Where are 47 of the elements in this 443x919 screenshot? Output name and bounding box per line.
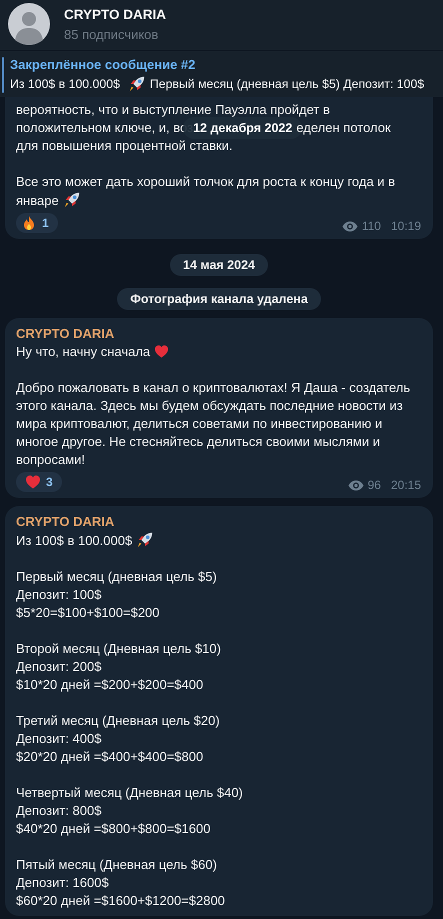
- message-text: Первый месяц (дневная цель $5): [16, 568, 218, 586]
- views-icon: [342, 220, 358, 232]
- message-text: Все это может дать хороший толчок для роста к концу года и в январе: [16, 173, 396, 210]
- message-text: Добро пожаловать в канал о криптовалютах! Я Даша - создатель этого канала. Здесь мы будем обсуждать последние новости из мира криптовалют, делиться советами по инвестированию и многое другое. Не стесняйтесь делиться своими мыслями и вопросами!: [16, 379, 412, 469]
- message-text: Третий месяц (Дневная цель $20): [16, 712, 221, 730]
- heart-icon: [25, 474, 41, 490]
- subscriber-count: 85 подписчиков: [64, 26, 160, 42]
- message-text: Депозит: 1600$: [16, 874, 110, 892]
- heart-icon: [154, 344, 170, 359]
- view-count: 96: [368, 478, 381, 492]
- message-text: Из 100$ в 100.000$: [16, 531, 421, 550]
- message-text: Депозит: 200$: [16, 658, 102, 676]
- fire-icon: [21, 215, 37, 231]
- message-text: Депозит: 800$: [16, 802, 102, 820]
- avatar: [8, 3, 50, 45]
- channel-title: CRYPTO DARIA: [64, 6, 166, 22]
- message-text: $10*20 дней =$200+$200=$400: [16, 676, 204, 694]
- pinned-title: Закреплённое сообщение #2: [10, 57, 196, 72]
- pinned-text: Из 100$ в 100.000$: [10, 77, 120, 91]
- message-text: Депозит: 400$: [16, 730, 102, 748]
- message-text: $40*20 дней =$800+$800=$1600: [16, 820, 212, 838]
- rocket-icon: [136, 531, 154, 549]
- message-text: Ну что, начну сначала: [16, 343, 421, 361]
- message-text: $20*20 дней =$400+$400=$800: [16, 748, 204, 766]
- message-text: вероятность, что и выступление Пауэлла пройдет в: [16, 101, 331, 119]
- rocket-icon: [128, 75, 146, 93]
- pinned-text: Первый месяц (дневная цель $5) Депозит: 100$: [150, 77, 424, 91]
- date-label: 14 мая 2024: [170, 254, 268, 276]
- message-text: Пятый месяц (Дневная цель $60): [16, 856, 218, 874]
- message-time: 20:15: [390, 478, 421, 492]
- rocket-icon: [62, 191, 81, 209]
- message-text: еделен потолок: [296, 119, 391, 137]
- view-count: 110: [362, 219, 381, 233]
- message-text: $5*20=$100+$100=$200: [16, 604, 161, 622]
- message-text: $60*20 дней =$1600+$1200=$2800: [16, 892, 226, 910]
- message-text: Второй месяц (Дневная цель $10): [16, 640, 222, 658]
- views-icon: [348, 480, 364, 490]
- message-text: для повышения процентной ставки.: [16, 137, 234, 155]
- message-text: Депозит: 100$: [16, 586, 102, 604]
- author-name: CRYPTO DARIA: [16, 513, 116, 531]
- message-text: Четвертый месяц (Дневная цель $40): [16, 784, 244, 802]
- author-name: CRYPTO DARIA: [16, 325, 116, 343]
- service-message: Фотография канала удалена: [117, 288, 321, 310]
- reaction-button[interactable]: 1: [16, 213, 58, 233]
- pinned-message-bar[interactable]: Закреплённое сообщение #2 Из 100$ в 100.000$ Первый месяц (дневная цель $5) Депозит: 100$: [0, 50, 443, 97]
- reaction-button[interactable]: 3: [16, 472, 62, 492]
- message-time: 10:19: [390, 219, 421, 233]
